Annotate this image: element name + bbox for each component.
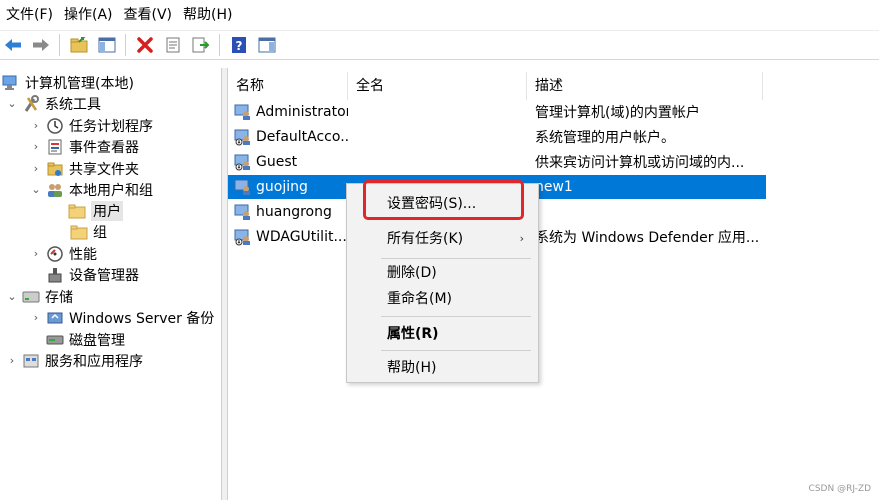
all-tasks-label: 所有任务(K) (387, 231, 464, 247)
chevron-right-icon[interactable]: › (30, 119, 42, 132)
menu-file[interactable]: 文件(F) (4, 0, 62, 30)
shared-folder-icon (46, 160, 64, 178)
chevron-right-icon[interactable]: › (30, 247, 42, 260)
tree-item-computer-management[interactable]: 计算机管理(本地) (2, 72, 134, 93)
tree-item-event-viewer[interactable]: › 事件查看器 (30, 136, 139, 157)
user-icon (234, 204, 250, 220)
context-menu-help[interactable]: 帮助(H) (347, 355, 538, 381)
svg-text:?: ? (235, 39, 242, 53)
menu-separator (381, 316, 531, 317)
chevron-right-icon[interactable]: › (30, 140, 42, 153)
tree-item-services-applications[interactable]: › 服务和应用程序 (6, 350, 143, 371)
storage-icon (22, 288, 40, 306)
folder-icon (68, 202, 86, 220)
users-group-icon (46, 181, 64, 199)
menu-help[interactable]: 帮助(H) (181, 0, 241, 30)
list-row-guest[interactable]: Guest 供来宾访问计算机或访问域的内... (228, 150, 766, 174)
system-tools-icon (22, 94, 40, 113)
user-icon (234, 179, 250, 195)
device-manager-icon (46, 266, 64, 284)
chevron-right-icon[interactable]: › (6, 354, 18, 367)
context-menu-rename[interactable]: 重命名(M) (347, 286, 538, 312)
context-menu: 设置密码(S)... 所有任务(K) › 删除(D) 重命名(M) 属性(R) … (346, 183, 539, 383)
chevron-down-icon[interactable]: ⌄ (6, 97, 18, 110)
chevron-right-icon[interactable]: › (30, 311, 42, 324)
tree-item-storage[interactable]: ⌄ 存储 (6, 286, 73, 307)
user-list-pane: 名称 全名 描述 Administrator 管理计算机(域)的内置帐户 Def… (228, 68, 879, 500)
clock-icon (46, 117, 64, 135)
performance-icon (46, 245, 64, 263)
toolbar: ? (0, 30, 879, 60)
backup-icon (46, 309, 64, 327)
context-menu-set-password[interactable]: 设置密码(S)... (347, 191, 538, 217)
properties-icon[interactable] (160, 33, 185, 57)
column-header-fullname[interactable]: 全名 (348, 72, 527, 100)
tree-item-users[interactable]: 用户 (68, 200, 123, 221)
tree-item-device-manager[interactable]: 设备管理器 (46, 264, 139, 285)
event-viewer-icon (46, 138, 64, 156)
services-icon (22, 352, 40, 370)
user-disabled-icon (234, 129, 250, 146)
tree-item-task-scheduler[interactable]: › 任务计划程序 (30, 115, 153, 136)
column-header-name[interactable]: 名称 (228, 72, 348, 100)
folder-icon (70, 223, 88, 241)
console-tree: 计算机管理(本地) ⌄ 系统工具 › 任务计划程序 › 事件查看器 › 共享文件… (0, 68, 222, 500)
show-tree-icon[interactable] (94, 33, 119, 57)
list-row-administrator[interactable]: Administrator 管理计算机(域)的内置帐户 (228, 100, 766, 124)
menu-view[interactable]: 查看(V) (122, 0, 182, 30)
forward-icon[interactable] (28, 33, 53, 57)
chevron-right-icon[interactable]: › (30, 162, 42, 175)
context-menu-all-tasks[interactable]: 所有任务(K) › (347, 226, 538, 252)
tree-item-groups[interactable]: 组 (70, 221, 107, 242)
action-pane-icon[interactable] (254, 33, 279, 57)
menu-action[interactable]: 操作(A) (62, 0, 122, 30)
tree-item-local-users-groups[interactable]: ⌄ 本地用户和组 (30, 179, 153, 200)
tree-item-system-tools[interactable]: ⌄ 系统工具 (6, 93, 101, 114)
list-header: 名称 全名 描述 (228, 72, 879, 100)
toolbar-separator (125, 34, 126, 56)
column-header-description[interactable]: 描述 (527, 72, 763, 100)
list-row-defaultaccount[interactable]: DefaultAcco... 系统管理的用户帐户。 (228, 125, 766, 149)
up-folder-icon[interactable] (66, 33, 91, 57)
export-icon[interactable] (188, 33, 213, 57)
menu-bar: 文件(F) 操作(A) 查看(V) 帮助(H) (0, 0, 879, 30)
user-disabled-icon (234, 154, 250, 171)
help-icon[interactable]: ? (226, 33, 251, 57)
toolbar-separator (59, 34, 60, 56)
context-menu-properties[interactable]: 属性(R) (347, 321, 538, 347)
toolbar-separator (219, 34, 220, 56)
context-menu-delete[interactable]: 删除(D) (347, 260, 538, 286)
disk-management-icon (46, 331, 64, 349)
menu-separator (381, 258, 531, 259)
user-disabled-icon (234, 229, 250, 246)
watermark: CSDN @RJ-ZD (808, 484, 871, 494)
tree-item-shared-folders[interactable]: › 共享文件夹 (30, 158, 139, 179)
tree-item-disk-management[interactable]: 磁盘管理 (46, 329, 125, 350)
user-icon (234, 104, 250, 120)
menu-separator (381, 350, 531, 351)
delete-icon[interactable] (132, 33, 157, 57)
tree-item-performance[interactable]: › 性能 (30, 243, 97, 264)
computer-management-icon (2, 74, 20, 92)
chevron-down-icon[interactable]: ⌄ (30, 183, 42, 196)
tree-item-windows-server-backup[interactable]: › Windows Server 备份 (30, 307, 215, 328)
chevron-right-icon: › (519, 232, 524, 245)
chevron-down-icon[interactable]: ⌄ (6, 290, 18, 303)
back-icon[interactable] (0, 33, 25, 57)
